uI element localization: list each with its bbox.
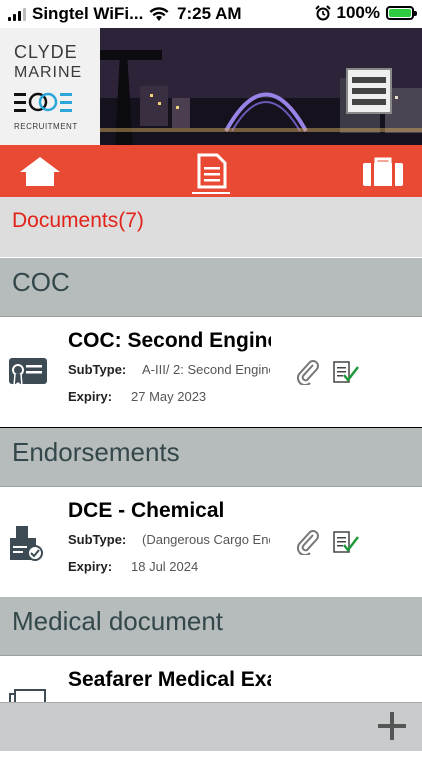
status-left: Singtel WiFi... bbox=[8, 4, 169, 24]
tab-bar bbox=[0, 145, 422, 197]
document-icon bbox=[197, 153, 227, 189]
section-label: Medical document bbox=[12, 606, 223, 636]
certificate-icon bbox=[9, 358, 47, 388]
document-title: COC: Second Engineer bbox=[68, 329, 271, 352]
expiry-value: 18 Jul 2024 bbox=[131, 559, 199, 574]
subtype-label: SubType: bbox=[68, 362, 127, 377]
home-icon bbox=[20, 157, 60, 186]
document-title: Seafarer Medical Examination bbox=[68, 668, 271, 691]
briefcase-icon bbox=[363, 157, 403, 186]
expiry-value: 27 May 2023 bbox=[131, 389, 207, 404]
logo-text-recruitment: RECRUITMENT bbox=[14, 122, 78, 131]
expiry-label: Expiry: bbox=[68, 389, 113, 404]
status-right: 100% bbox=[314, 3, 417, 23]
add-icon[interactable] bbox=[378, 712, 406, 740]
signal-icon bbox=[8, 7, 26, 21]
expiry-label: Expiry: bbox=[68, 559, 113, 574]
logo-text-marine: MARINE bbox=[14, 64, 83, 81]
subtype-value: (Dangerous Cargo Endorsement) bbox=[142, 532, 270, 547]
section-label: COC bbox=[12, 267, 70, 297]
header-banner: CLYDE MARINE RECRUITMENT bbox=[0, 28, 422, 145]
page-title: Documents(7) bbox=[12, 209, 144, 232]
document-card[interactable]: COC: Second Engineer SubType: A-III/ 2: … bbox=[0, 317, 422, 428]
carrier-label: Singtel WiFi... bbox=[32, 4, 144, 23]
battery-icon bbox=[386, 6, 417, 20]
tab-documents[interactable] bbox=[186, 145, 236, 197]
hamburger-menu-icon[interactable] bbox=[346, 68, 392, 114]
verified-document-icon[interactable] bbox=[333, 361, 359, 385]
battery-percent: 100% bbox=[336, 3, 380, 22]
section-label: Endorsements bbox=[12, 437, 180, 467]
endorsement-icon bbox=[10, 526, 43, 561]
paperclip-icon[interactable] bbox=[295, 359, 321, 385]
subtype-value: A-III/ 2: Second Engineer bbox=[142, 362, 270, 377]
section-header-endorsements: Endorsements bbox=[0, 428, 422, 487]
wifi-icon bbox=[149, 7, 169, 21]
documents-header: Documents(7) bbox=[0, 197, 422, 257]
paperclip-icon[interactable] bbox=[295, 529, 321, 555]
status-time: 7:25 AM bbox=[177, 4, 242, 23]
section-header-coc: COC bbox=[0, 258, 422, 317]
section-header-medical: Medical document bbox=[0, 597, 422, 656]
document-title: DCE - Chemical bbox=[68, 499, 225, 522]
logo: CLYDE MARINE RECRUITMENT bbox=[0, 28, 100, 145]
subtype-label: SubType: bbox=[68, 532, 127, 547]
logo-text-clyde: CLYDE bbox=[14, 42, 78, 62]
alarm-icon bbox=[314, 5, 331, 21]
status-bar: Singtel WiFi... 7:25 AM 100% bbox=[0, 0, 422, 28]
logo-mark-icon bbox=[14, 92, 72, 112]
tab-home[interactable] bbox=[15, 145, 65, 197]
tab-jobs[interactable] bbox=[358, 145, 408, 197]
document-card[interactable]: DCE - Chemical SubType: (Dangerous Cargo… bbox=[0, 487, 422, 598]
active-tab-indicator bbox=[192, 192, 230, 194]
verified-document-icon[interactable] bbox=[333, 531, 359, 555]
bottom-bar bbox=[0, 702, 422, 751]
